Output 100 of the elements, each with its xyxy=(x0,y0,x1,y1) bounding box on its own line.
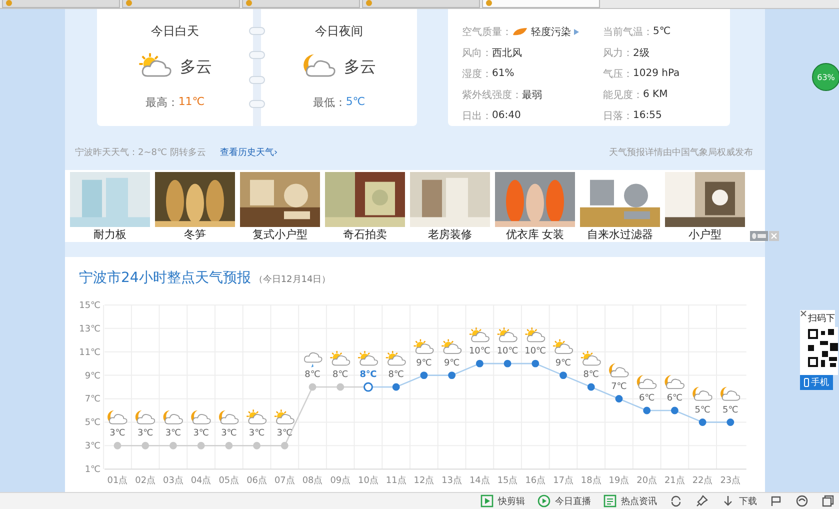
status-button[interactable]: 今日直播 xyxy=(537,494,591,508)
moon-cloud-icon xyxy=(163,410,183,424)
axis-label: 09点 xyxy=(330,476,351,486)
data-label: 10℃ xyxy=(468,346,490,357)
axis-label: 11℃ xyxy=(79,348,101,358)
axis-label: 03点 xyxy=(163,476,184,486)
temp-label: 最低： xyxy=(312,95,346,110)
ad-caption[interactable]: 耐力板 xyxy=(94,227,126,242)
chart-title: 宁波市24小时整点天气预报 xyxy=(79,269,251,287)
temp-label: 最高： xyxy=(145,95,178,110)
moon-cloud-icon xyxy=(218,410,239,424)
axis-label: 13℃ xyxy=(79,324,101,334)
detail-label: 紫外线强度： xyxy=(462,88,522,102)
sun-cloud-icon xyxy=(358,350,378,366)
data-label: 9℃ xyxy=(555,358,572,368)
ad-caption[interactable]: 复式小户型 xyxy=(252,227,308,242)
detail-value: 16:55 xyxy=(633,110,662,121)
axis-label: 15℃ xyxy=(79,300,101,311)
data-label: 8℃ xyxy=(332,370,348,380)
sun-cloud-icon xyxy=(580,350,601,366)
sun-cloud-icon xyxy=(274,410,294,424)
data-label: 8℃ xyxy=(360,370,377,380)
data-label: 6℃ xyxy=(666,394,683,404)
detail-value: 最弱 xyxy=(522,88,542,102)
data-label: 9℃ xyxy=(416,358,432,368)
temp-value: 11℃ xyxy=(178,95,205,110)
detail-label: 气压： xyxy=(603,68,633,80)
history-link[interactable]: 查看历史天气› xyxy=(220,146,278,158)
axis-label: 12点 xyxy=(414,476,434,486)
pin-icon xyxy=(695,494,709,508)
detail-value: 1029 hPa xyxy=(633,68,680,79)
swirl-button[interactable] xyxy=(795,494,809,508)
close-icon[interactable] xyxy=(800,310,807,317)
period-title: 今日夜间 xyxy=(315,23,363,40)
axis-label: 14点 xyxy=(469,476,490,486)
data-label: 7℃ xyxy=(611,382,627,392)
ad-caption[interactable]: 自来水过滤器 xyxy=(587,227,653,242)
data-label: 3℃ xyxy=(138,428,154,439)
data-label: 10℃ xyxy=(496,346,518,357)
detail-label: 当前气温： xyxy=(603,26,653,38)
status-button[interactable]: 热点资讯 xyxy=(603,494,657,508)
axis-label: 15点 xyxy=(497,476,518,486)
caret-icon xyxy=(574,28,579,34)
axis-label: 19点 xyxy=(608,476,630,486)
axis-label: 21点 xyxy=(664,476,685,486)
weather-text: 多云 xyxy=(344,57,376,78)
status-button[interactable]: 下载 xyxy=(721,494,757,508)
ad-caption[interactable]: 老房装修 xyxy=(428,227,472,242)
phone-button[interactable]: 手机 xyxy=(800,375,833,390)
status-button[interactable]: 快剪辑 xyxy=(480,494,525,508)
sync-icon xyxy=(669,494,683,508)
sun-cloud-icon xyxy=(246,410,267,424)
data-label: 3℃ xyxy=(193,428,209,439)
detail-value: 61% xyxy=(492,68,514,79)
detail-value: 西北风 xyxy=(492,46,522,60)
moon-cloud-icon xyxy=(108,410,128,424)
moon-cloud-icon xyxy=(692,386,712,401)
axis-label: 1℃ xyxy=(84,465,101,476)
data-label: 3℃ xyxy=(248,428,265,439)
ad-caption[interactable]: 小户型 xyxy=(688,227,722,242)
moon-cloud-icon xyxy=(609,363,629,378)
temp-value: 5℃ xyxy=(346,95,366,110)
axis-label: 13点 xyxy=(442,476,462,486)
detail-label: 空气质量： xyxy=(462,26,512,38)
axis-label: 9℃ xyxy=(84,371,101,382)
data-label: 3℃ xyxy=(221,428,237,439)
ad-caption[interactable]: 优衣库 女装 xyxy=(506,227,564,242)
data-label: 8℃ xyxy=(304,370,320,380)
news-icon xyxy=(603,494,617,508)
air-quality-link[interactable]: 轻度污染 xyxy=(512,24,579,38)
axis-label: 08点 xyxy=(302,476,323,486)
ad-tag-icon xyxy=(750,231,768,241)
axis-label: 07点 xyxy=(274,476,295,486)
detail-label: 湿度： xyxy=(462,68,492,80)
moon-cloud-icon xyxy=(135,410,156,424)
window-icon xyxy=(821,494,835,508)
axis-label: 18点 xyxy=(580,476,602,486)
sun-cloud-icon xyxy=(497,328,518,342)
flag-icon xyxy=(769,494,783,508)
ad-caption[interactable]: 冬笋 xyxy=(184,227,206,242)
sync-button[interactable] xyxy=(669,494,683,508)
ad-caption[interactable]: 奇石拍卖 xyxy=(343,227,387,242)
axis-label: 04点 xyxy=(190,476,212,486)
axis-label: 5℃ xyxy=(84,418,101,428)
sun-cloud-icon xyxy=(442,339,462,354)
flag-button[interactable] xyxy=(769,494,783,508)
window-button[interactable] xyxy=(821,494,835,508)
axis-label: 16点 xyxy=(525,476,546,486)
moon-cloud-icon xyxy=(720,386,740,401)
detail-value: 6 KM xyxy=(643,89,668,100)
sun-cloud-icon xyxy=(553,339,574,354)
sun-cloud-icon xyxy=(525,328,546,342)
data-label: 3℃ xyxy=(110,428,126,439)
axis-label: 20点 xyxy=(636,476,658,486)
axis-label: 01点 xyxy=(107,476,128,486)
detail-value: 5℃ xyxy=(653,26,671,37)
pin-button[interactable] xyxy=(695,494,709,508)
leaf-icon xyxy=(512,26,528,36)
swirl-icon xyxy=(795,494,809,508)
data-label: 5℃ xyxy=(722,405,738,416)
